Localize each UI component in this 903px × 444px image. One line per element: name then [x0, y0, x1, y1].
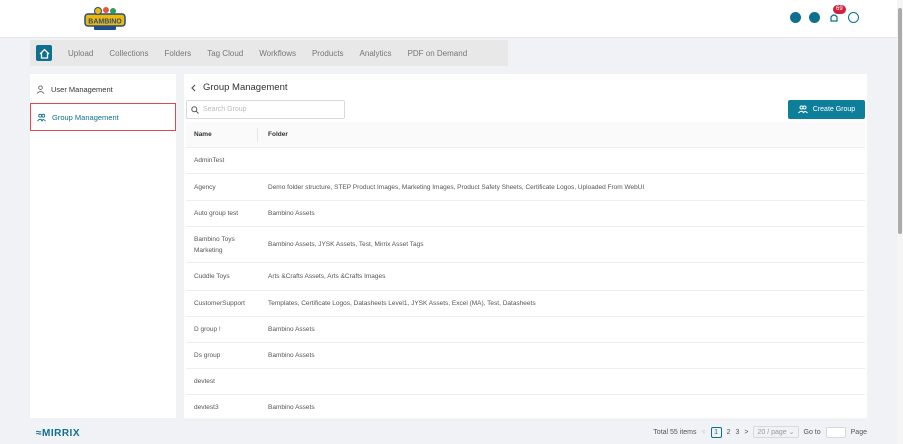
column-header-name[interactable]: Name: [186, 127, 258, 142]
table-row[interactable]: D group ! Bambino Assets: [186, 317, 865, 343]
row-name: AdminTest: [194, 157, 225, 164]
create-group-button[interactable]: Create Group: [788, 100, 865, 119]
search-icon: [191, 105, 199, 114]
bell-icon[interactable]: 69: [828, 5, 846, 23]
nav-folders[interactable]: Folders: [157, 49, 200, 58]
row-folder: Bambino Assets: [268, 352, 315, 359]
svg-text:BAMBINO: BAMBINO: [88, 19, 122, 26]
column-header-folder[interactable]: Folder: [258, 131, 288, 138]
chevron-down-icon: ⌄: [788, 429, 795, 436]
gear-icon[interactable]: [848, 11, 859, 23]
sidebar-item-label: User Management: [51, 84, 113, 94]
row-name: Ds group: [194, 352, 221, 359]
table-row[interactable]: Cuddle Toys Arts &Crafts Assets, Arts &C…: [186, 263, 865, 291]
search-input[interactable]: Search Group: [186, 100, 345, 119]
row-folder: Arts &Crafts Assets, Arts &Crafts Images: [268, 273, 386, 280]
group-icon: [37, 113, 46, 121]
row-name: devtest: [194, 378, 215, 385]
top-header: BAMBINO 69: [0, 0, 897, 38]
page-title-text: Group Management: [203, 82, 288, 93]
search-placeholder: Search Group: [203, 106, 247, 113]
main-nav: Upload Collections Folders Tag Cloud Wor…: [30, 40, 508, 66]
scrollbar[interactable]: [897, 0, 903, 444]
help-icon[interactable]: [809, 11, 820, 23]
nav-pdf-on-demand[interactable]: PDF on Demand: [400, 49, 476, 58]
row-name: Bambino Toys Marketing: [194, 235, 235, 254]
create-group-label: Create Group: [812, 106, 856, 113]
goto-label: Go to: [803, 428, 821, 436]
main-panel: Group Management Search Group Create Gro…: [184, 74, 867, 421]
mirrix-logo-text: MIRRIX: [42, 428, 80, 439]
notification-badge: 69: [833, 5, 846, 14]
table-row[interactable]: Ds group Bambino Assets: [186, 343, 865, 369]
nav-upload[interactable]: Upload: [60, 49, 101, 58]
row-name: Cuddle Toys: [194, 273, 230, 280]
page-size-select[interactable]: 20 / page ⌄: [753, 426, 799, 438]
table-row[interactable]: Auto group test Bambino Assets: [186, 201, 865, 227]
nav-analytics[interactable]: Analytics: [352, 49, 400, 58]
row-name: Auto group test: [194, 210, 239, 217]
total-items: Total 55 items: [653, 428, 697, 436]
chevron-left-icon[interactable]: [190, 84, 197, 92]
row-name: CustomerSupport: [194, 300, 245, 307]
scrollbar-thumb[interactable]: [898, 8, 902, 234]
table-header: Name Folder: [186, 122, 865, 148]
next-page-icon[interactable]: >: [744, 429, 748, 436]
sidebar-item-label: Group Management: [52, 112, 119, 122]
admin-sidebar: User Management Group Management: [30, 74, 176, 418]
row-folder: Bambino Assets: [268, 326, 315, 333]
table-row[interactable]: AdminTest: [186, 148, 865, 174]
bambino-logo[interactable]: BAMBINO: [82, 5, 128, 33]
row-folder: Bambino Assets, JYSK Assets, Test, Mirri…: [268, 241, 424, 248]
home-icon[interactable]: [36, 45, 52, 61]
row-name: Agency: [194, 183, 216, 191]
nav-workflows[interactable]: Workflows: [251, 49, 304, 58]
table-row[interactable]: Bambino Toys Marketing Bambino Assets, J…: [186, 227, 865, 263]
row-name: devtest3: [194, 404, 219, 411]
page-size-value: 20 / page: [757, 429, 787, 436]
page-button[interactable]: 1: [710, 426, 722, 438]
group-table: Name Folder AdminTest Agency Demo folder…: [186, 122, 865, 421]
pagination: Total 55 items < 1 2 3 > 20 / page ⌄ Go …: [653, 426, 867, 438]
page-button[interactable]: 2: [727, 429, 731, 436]
table-row[interactable]: devtest3 Bambino Assets: [186, 395, 865, 421]
user-icon: [36, 84, 45, 94]
sidebar-item-user-management[interactable]: User Management: [30, 75, 176, 103]
page-title: Group Management: [190, 82, 288, 93]
table-row[interactable]: Agency Demo folder structure, STEP Produ…: [186, 174, 865, 201]
mirrix-logo: ≈MIRRIX: [36, 428, 80, 439]
page-button[interactable]: 3: [735, 429, 739, 436]
row-folder: Bambino Assets: [268, 404, 315, 411]
table-row[interactable]: CustomerSupport Templates, Certificate L…: [186, 291, 865, 317]
row-name: D group !: [194, 326, 221, 333]
row-folder: Templates, Certificate Logos, Datasheets…: [268, 300, 536, 307]
profile-icon[interactable]: [790, 11, 801, 23]
goto-input[interactable]: [825, 426, 846, 438]
add-group-icon: [797, 105, 808, 114]
prev-page-icon[interactable]: <: [701, 429, 705, 436]
row-folder: Bambino Assets: [268, 210, 315, 217]
nav-collections[interactable]: Collections: [101, 49, 156, 58]
sidebar-item-group-management[interactable]: Group Management: [30, 103, 176, 131]
table-row[interactable]: devtest: [186, 369, 865, 395]
nav-products[interactable]: Products: [304, 49, 352, 58]
nav-tag-cloud[interactable]: Tag Cloud: [199, 49, 251, 58]
row-folder: Demo folder structure, STEP Product Imag…: [268, 183, 645, 191]
page-label: Page: [850, 428, 867, 436]
